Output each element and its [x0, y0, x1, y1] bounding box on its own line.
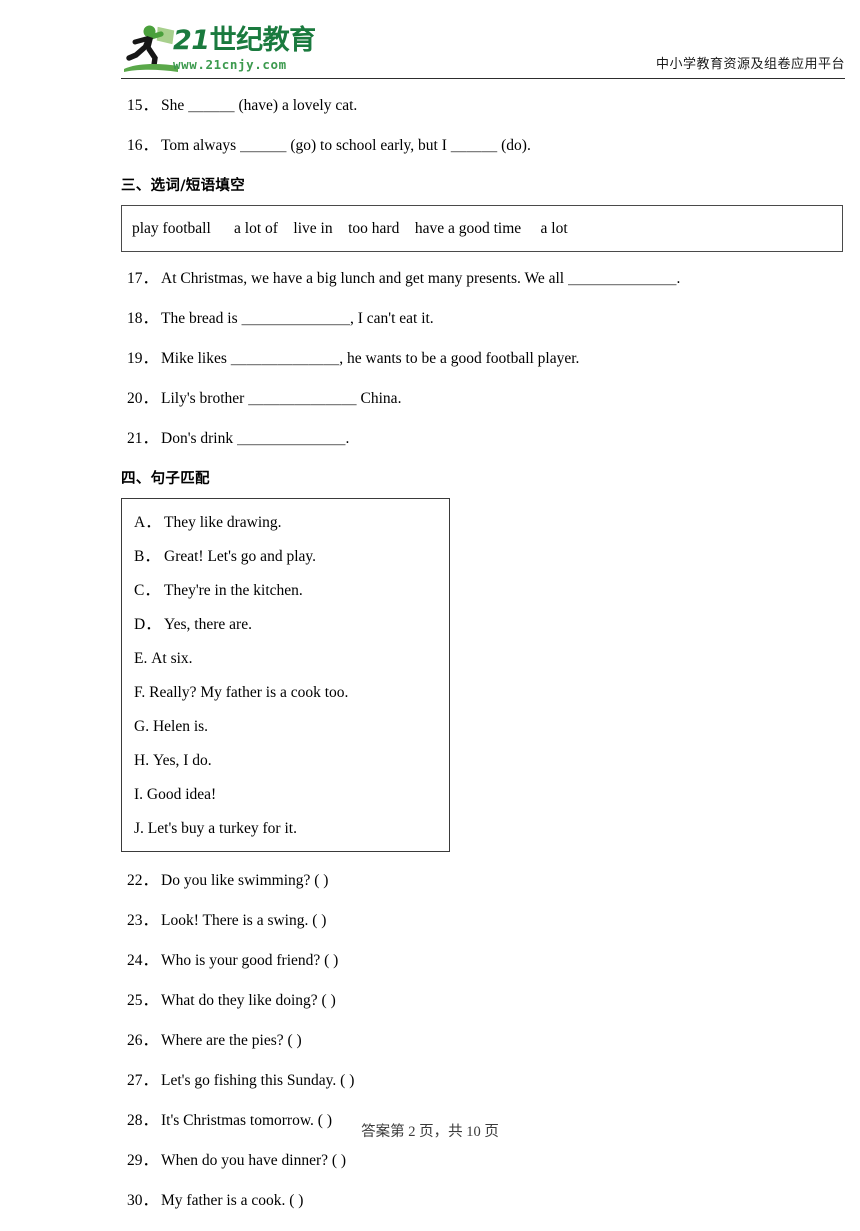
- word-bank-box: play football a lot of live in too hard …: [121, 205, 843, 252]
- match-option: F. Really? My father is a cook too.: [134, 683, 449, 703]
- question-text: When do you have dinner? ( ): [161, 1152, 347, 1169]
- question-item: 24． Who is your good friend? ( ): [121, 951, 845, 971]
- running-person-with-book-icon: [124, 25, 178, 72]
- question-number: 18．: [127, 310, 159, 327]
- question-item: 30． My father is a cook. ( ): [121, 1191, 845, 1211]
- question-item: 15． She ＿＿＿ (have) a lovely cat.: [121, 96, 845, 116]
- match-option-letter: G.: [134, 718, 150, 735]
- question-text: Mike likes ＿＿＿＿＿＿＿, he wants to be a goo…: [161, 350, 580, 367]
- question-item: 19． Mike likes ＿＿＿＿＿＿＿, he wants to be a …: [121, 349, 845, 369]
- match-option-letter: C．: [134, 582, 160, 599]
- question-number: 30．: [127, 1192, 159, 1209]
- match-option-text: They like drawing.: [164, 514, 282, 531]
- logo-url-text: www.21cnjy.com: [173, 57, 287, 72]
- question-number: 29．: [127, 1152, 159, 1169]
- question-item: 27． Let's go fishing this Sunday. ( ): [121, 1071, 845, 1091]
- question-number: 15．: [127, 97, 159, 114]
- question-item: 23． Look! There is a swing. ( ): [121, 911, 845, 931]
- match-option-text: Let's buy a turkey for it.: [147, 820, 297, 837]
- match-option: E. At six.: [134, 649, 449, 669]
- match-option: H. Yes, I do.: [134, 751, 449, 771]
- page-footer: 答案第 2 页，共 10 页: [361, 1124, 499, 1140]
- match-option-text: Helen is.: [152, 718, 209, 735]
- logo-wordmark: 21世纪教育 www.21cnjy.com: [173, 26, 413, 76]
- match-option: I. Good idea!: [134, 785, 449, 805]
- question-item: 29． When do you have dinner? ( ): [121, 1151, 845, 1171]
- match-option-text: Good idea!: [146, 786, 217, 803]
- question-number: 19．: [127, 350, 159, 367]
- question-text: She ＿＿＿ (have) a lovely cat.: [161, 97, 358, 114]
- logo-brand-number: 21: [173, 25, 210, 56]
- question-item: 16． Tom always ＿＿＿ (go) to school early, …: [121, 136, 845, 156]
- question-text: At Christmas, we have a big lunch and ge…: [161, 270, 681, 287]
- page-header: 21世纪教育 www.21cnjy.com 中小学教育资源及组卷应用平台: [121, 20, 845, 80]
- question-text: Who is your good friend? ( ): [161, 952, 339, 969]
- logo-brand-chinese: 世纪教育: [209, 25, 317, 56]
- question-item: 25． What do they like doing? ( ): [121, 991, 845, 1011]
- section-heading-three: 三、选词/短语填空: [121, 178, 245, 194]
- question-text: The bread is ＿＿＿＿＿＿＿, I can't eat it.: [161, 310, 434, 327]
- match-option: C． They're in the kitchen.: [134, 581, 449, 601]
- document-body: 15． She ＿＿＿ (have) a lovely cat. 16． Tom a…: [121, 96, 845, 1231]
- question-text: Tom always ＿＿＿ (go) to school early, but…: [161, 137, 531, 154]
- match-option-letter: D．: [134, 616, 161, 633]
- word-bank-text: play football a lot of live in too hard …: [132, 220, 568, 237]
- question-number: 20．: [127, 390, 159, 407]
- question-text: Let's go fishing this Sunday. ( ): [161, 1072, 355, 1089]
- match-option-text: Yes, there are.: [164, 616, 252, 633]
- question-number: 22．: [127, 872, 159, 889]
- match-option-letter: E.: [134, 650, 148, 667]
- match-option: D． Yes, there are.: [134, 615, 449, 635]
- question-text: Where are the pies? ( ): [161, 1032, 302, 1049]
- match-option-text: They're in the kitchen.: [164, 582, 303, 599]
- question-text: Look! There is a swing. ( ): [161, 912, 327, 929]
- match-option-letter: J.: [134, 820, 144, 837]
- match-option-letter: F.: [134, 684, 146, 701]
- question-item: 18． The bread is ＿＿＿＿＿＿＿, I can't eat it.: [121, 309, 845, 329]
- header-divider: [121, 78, 845, 79]
- question-item: 20． Lily's brother ＿＿＿＿＿＿＿ China.: [121, 389, 845, 409]
- question-text: Don's drink ＿＿＿＿＿＿＿.: [161, 430, 350, 447]
- header-tagline: 中小学教育资源及组卷应用平台: [655, 57, 845, 72]
- question-item: 22． Do you like swimming? ( ): [121, 871, 845, 891]
- question-text: What do they like doing? ( ): [161, 992, 336, 1009]
- question-number: 21．: [127, 430, 159, 447]
- question-number: 23．: [127, 912, 159, 929]
- logo-brand-text: 21世纪教育: [173, 26, 413, 56]
- match-option: A． They like drawing.: [134, 513, 449, 533]
- match-options-box: A． They like drawing. B． Great! Let's go a…: [121, 498, 450, 852]
- match-option-text: Really? My father is a cook too.: [149, 684, 349, 701]
- match-option-text: Yes, I do.: [152, 752, 212, 769]
- question-item: 26． Where are the pies? ( ): [121, 1031, 845, 1051]
- match-option-letter: I.: [134, 786, 144, 803]
- question-item: 17． At Christmas, we have a big lunch and…: [121, 269, 845, 289]
- document-page: 21世纪教育 www.21cnjy.com 中小学教育资源及组卷应用平台 15．…: [0, 0, 860, 1216]
- match-option: G. Helen is.: [134, 717, 449, 737]
- question-number: 24．: [127, 952, 159, 969]
- match-option: B． Great! Let's go and play.: [134, 547, 449, 567]
- match-option-letter: H.: [134, 752, 150, 769]
- question-number: 26．: [127, 1032, 159, 1049]
- match-option-letter: B．: [134, 548, 160, 565]
- match-option-text: At six.: [151, 650, 193, 667]
- section-heading-four: 四、句子匹配: [121, 471, 210, 487]
- match-option-letter: A．: [134, 514, 161, 531]
- question-number: 17．: [127, 270, 159, 287]
- question-text: Do you like swimming? ( ): [161, 872, 329, 889]
- site-logo: 21世纪教育 www.21cnjy.com: [121, 22, 421, 78]
- question-text: My father is a cook. ( ): [161, 1192, 304, 1209]
- question-item: 21． Don's drink ＿＿＿＿＿＿＿.: [121, 429, 845, 449]
- match-option: J. Let's buy a turkey for it.: [134, 819, 449, 839]
- match-option-text: Great! Let's go and play.: [164, 548, 316, 565]
- question-number: 27．: [127, 1072, 159, 1089]
- question-number: 25．: [127, 992, 159, 1009]
- question-text: Lily's brother ＿＿＿＿＿＿＿ China.: [161, 390, 402, 407]
- question-number: 16．: [127, 137, 159, 154]
